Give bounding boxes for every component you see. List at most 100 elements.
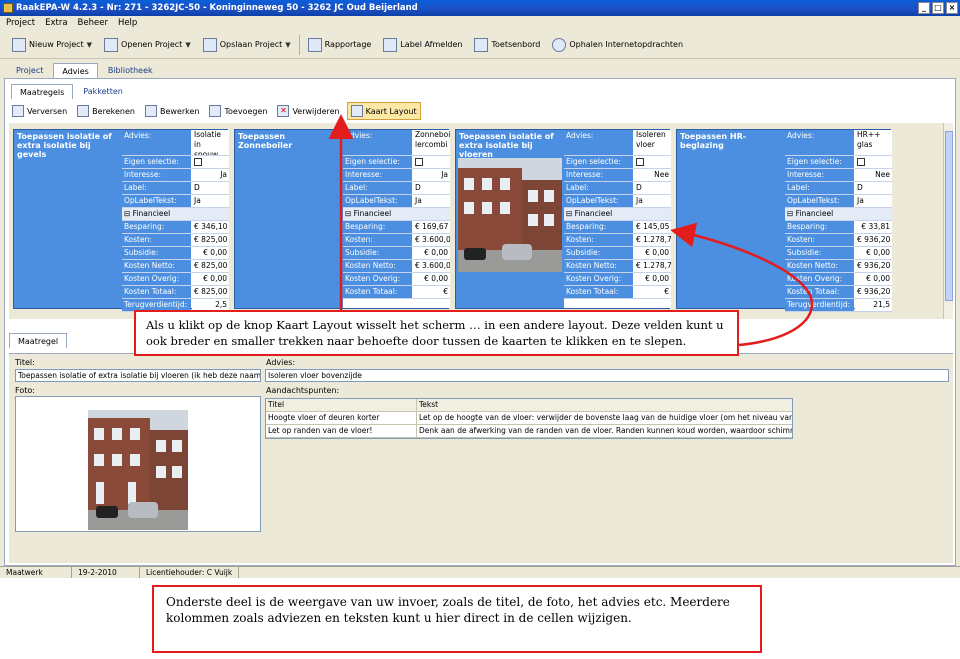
field-value[interactable]: € 0,00 <box>855 247 892 259</box>
maatregel-card[interactable]: Toepassen isolatie of extra isolatie bij… <box>455 129 671 309</box>
minimize-button[interactable]: _ <box>918 2 930 14</box>
eigen-selectie-checkbox[interactable] <box>636 158 644 166</box>
field-value[interactable]: € 825,00 <box>192 260 229 272</box>
field-value[interactable]: € 145,05 <box>634 221 671 233</box>
field-value[interactable]: Ja <box>634 195 671 207</box>
tab-advies[interactable]: Advies <box>53 63 98 78</box>
table-cell[interactable]: Hoogte vloer of deuren korter <box>266 412 417 424</box>
maximize-button[interactable]: □ <box>932 2 944 14</box>
table-cell[interactable]: Denk aan de afwerking van de randen van … <box>417 425 792 437</box>
close-button[interactable]: × <box>946 2 958 14</box>
field-value[interactable]: D <box>634 182 671 194</box>
field-value[interactable]: € 936,20 <box>855 286 892 298</box>
advies-input[interactable]: Isoleren vloer bovenzijde <box>265 369 949 382</box>
field-value[interactable]: € 3.600,00 <box>413 234 450 246</box>
field-value[interactable]: € 1.278,72 <box>634 234 671 246</box>
titel-label: Titel: <box>15 358 35 367</box>
field-value[interactable]: € 0,00 <box>192 247 229 259</box>
field-value[interactable]: € 0,00 <box>634 273 671 285</box>
financieel-group-header[interactable]: ⊟ Financieel <box>785 208 892 221</box>
field-value[interactable]: HR++ glas <box>855 130 892 155</box>
field-value[interactable]: € <box>634 286 671 298</box>
field-value[interactable]: Ja <box>413 195 450 207</box>
eigen-selectie-checkbox[interactable] <box>857 158 865 166</box>
remove-button[interactable]: ✕ Verwijderen <box>274 102 342 120</box>
field-value[interactable]: € 1.278,72 <box>634 260 671 272</box>
field-value[interactable]: Isoleren vloer <box>634 130 671 155</box>
card-layout-button[interactable]: Kaart Layout <box>346 102 421 120</box>
financieel-group-header[interactable]: ⊟ Financieel <box>564 208 671 221</box>
table-cell[interactable]: Let op de hoogte van de vloer: verwijder… <box>417 412 792 424</box>
field-value[interactable]: € 0,00 <box>634 247 671 259</box>
field-value[interactable]: € 936,20 <box>855 234 892 246</box>
field-value[interactable]: Ja <box>192 169 229 181</box>
collapse-icon[interactable]: ⊟ <box>566 209 575 218</box>
keyboard-button[interactable]: Toetsenbord <box>470 34 544 56</box>
calculate-button[interactable]: Berekenen <box>74 102 138 120</box>
tab-maatregel[interactable]: Maatregel <box>9 333 68 348</box>
menu-help[interactable]: Help <box>118 16 137 30</box>
label-button[interactable]: Label Afmelden <box>379 34 466 56</box>
fetch-button[interactable]: Ophalen Internetopdrachten <box>548 34 687 56</box>
tab-maatregels[interactable]: Maatregels <box>11 84 74 99</box>
maatregel-card[interactable]: Toepassen Zonneboiler Advies: Zonneboi ler… <box>234 129 450 309</box>
table-cell[interactable]: Let op randen van de vloer! <box>266 425 417 437</box>
open-project-button[interactable]: Openen Project ▼ <box>100 34 195 56</box>
tab-bibliotheek[interactable]: Bibliotheek <box>100 63 161 78</box>
financieel-group-header[interactable]: ⊟ Financieel <box>343 208 450 221</box>
field-value[interactable]: Nee <box>855 169 892 181</box>
dropdown-icon[interactable]: ▼ <box>87 41 92 49</box>
field-value[interactable]: Ja <box>855 195 892 207</box>
eigen-selectie-checkbox[interactable] <box>194 158 202 166</box>
vertical-scrollbar[interactable] <box>943 123 953 319</box>
dropdown-icon[interactable]: ▼ <box>285 41 290 49</box>
menu-project[interactable]: Project <box>6 16 35 30</box>
maatregel-card[interactable]: Toepassen isolatie of extra isolatie bij… <box>13 129 229 312</box>
field-value[interactable]: € 825,00 <box>192 234 229 246</box>
refresh-button[interactable]: Verversen <box>9 102 70 120</box>
field-value[interactable]: D <box>855 182 892 194</box>
field-value[interactable]: 21,5 <box>855 299 892 311</box>
save-project-button[interactable]: Opslaan Project ▼ <box>199 34 295 56</box>
scrollbar-thumb[interactable] <box>945 131 953 301</box>
collapse-icon[interactable]: ⊟ <box>124 209 133 218</box>
field-value[interactable]: D <box>413 182 450 194</box>
menu-extra[interactable]: Extra <box>45 16 67 30</box>
collapse-icon[interactable]: ⊟ <box>345 209 354 218</box>
field-value[interactable]: Ja <box>192 195 229 207</box>
titel-input[interactable]: Toepassen isolatie of extra isolatie bij… <box>15 369 261 382</box>
field-value[interactable]: € 0,00 <box>192 273 229 285</box>
add-button[interactable]: Toevoegen <box>206 102 270 120</box>
edit-button[interactable]: Bewerken <box>142 102 203 120</box>
report-button[interactable]: Rapportage <box>304 34 376 56</box>
field-value[interactable]: € 936,20 <box>855 260 892 272</box>
column-header-titel[interactable]: Titel <box>266 399 417 411</box>
maatregel-card[interactable]: Toepassen HR-beglazing Advies: HR++ glas Ei… <box>676 129 892 312</box>
tab-project[interactable]: Project <box>8 63 51 78</box>
field-value[interactable]: Zonneboi lercombi <box>413 130 450 155</box>
collapse-icon[interactable]: ⊟ <box>787 209 796 218</box>
tab-pakketten[interactable]: Pakketten <box>75 84 131 99</box>
menu-beheer[interactable]: Beheer <box>78 16 108 30</box>
field-value[interactable]: € 346,10 <box>192 221 229 233</box>
field-value[interactable]: Ja <box>413 169 450 181</box>
financieel-group-header[interactable]: ⊟ Financieel <box>122 208 229 221</box>
field-row: Kosten Totaal: € 825,00 <box>122 286 229 299</box>
photo-box[interactable] <box>15 396 261 532</box>
dropdown-icon[interactable]: ▼ <box>185 41 190 49</box>
field-value[interactable]: € 169,67 <box>413 221 450 233</box>
field-value[interactable]: Nee <box>634 169 671 181</box>
field-value[interactable]: € 0,00 <box>855 273 892 285</box>
field-value[interactable]: € 33,81 <box>855 221 892 233</box>
field-value[interactable]: € 3.600,00 <box>413 260 450 272</box>
field-value[interactable]: Isolatie in spouw <box>192 130 229 155</box>
field-value[interactable]: € <box>413 286 450 298</box>
field-value[interactable]: € 0,00 <box>413 273 450 285</box>
field-value[interactable]: D <box>192 182 229 194</box>
house-photo <box>458 158 562 272</box>
eigen-selectie-checkbox[interactable] <box>415 158 423 166</box>
column-header-tekst[interactable]: Tekst <box>417 399 792 411</box>
field-value[interactable]: € 0,00 <box>413 247 450 259</box>
new-project-button[interactable]: Nieuw Project ▼ <box>8 34 96 56</box>
field-value[interactable]: € 825,00 <box>192 286 229 298</box>
